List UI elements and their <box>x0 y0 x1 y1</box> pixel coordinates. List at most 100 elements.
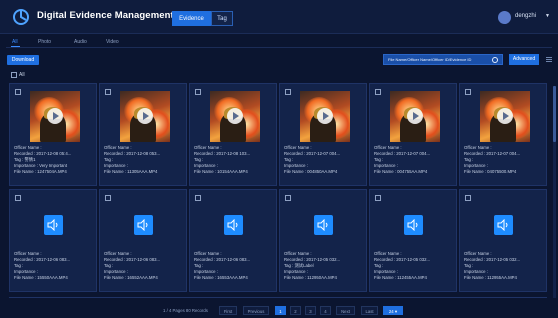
audio-file-icon[interactable] <box>494 215 513 235</box>
evidence-card[interactable]: Officer Name : Recorded : 2017-12-06 083.… <box>189 189 277 292</box>
pagination: 1 / 4 Pages 80 Records First Previous 1 … <box>0 303 558 318</box>
meta-file: File Name : 04075500.MP4 <box>464 169 517 174</box>
page-button-3[interactable]: 3 <box>305 306 316 315</box>
evidence-card[interactable]: Officer Name : Recorded : 2017-12-05 032.… <box>279 189 367 292</box>
chevron-down-icon[interactable]: ▼ <box>545 13 550 19</box>
search-placeholder: File Name/Officer Name/Officer ID/Eviden… <box>388 57 472 62</box>
evidence-card[interactable]: Officer Name : Recorded : 2017-12-07 004.… <box>279 83 367 186</box>
video-thumbnail[interactable] <box>300 91 350 142</box>
card-checkbox[interactable] <box>375 89 381 95</box>
audio-file-icon[interactable] <box>314 215 333 235</box>
page-info: 1 / 4 Pages 80 Records <box>163 308 208 313</box>
play-icon[interactable] <box>497 108 513 124</box>
card-checkbox[interactable] <box>15 195 21 201</box>
play-icon[interactable] <box>317 108 333 124</box>
card-metadata: Officer Name : Recorded : 2017-12-07 004.… <box>464 145 546 175</box>
card-checkbox[interactable] <box>465 89 471 95</box>
tab-tag[interactable]: Tag <box>211 11 233 26</box>
card-metadata: Officer Name : Recorded : 2017-12-07 004.… <box>374 145 456 175</box>
meta-file: File Name : 11305AAA.MP4 <box>104 169 158 174</box>
evidence-card[interactable]: Officer Name : Recorded : 2017-12-05 032.… <box>459 189 547 292</box>
card-metadata: Officer Name : Recorded : 2017-12-05 032.… <box>284 251 366 281</box>
scrollbar-thumb[interactable] <box>553 86 556 142</box>
filter-tab-video[interactable]: Video <box>106 39 119 45</box>
video-thumbnail[interactable] <box>30 91 80 142</box>
evidence-card[interactable]: Officer Name : Recorded : 2017-12-07 004.… <box>459 83 547 186</box>
previous-page-button[interactable]: Previous <box>243 306 269 315</box>
grid-bottom-divider <box>9 297 547 298</box>
card-checkbox[interactable] <box>195 89 201 95</box>
meta-file: File Name : 112950AA.MP4 <box>284 275 337 280</box>
evidence-card[interactable]: Officer Name : Recorded : 2017-12-06 083.… <box>9 189 97 292</box>
page-button-4[interactable]: 4 <box>320 306 331 315</box>
card-metadata: Officer Name : Recorded : 2017-12-05 032.… <box>464 251 546 281</box>
evidence-card[interactable]: Officer Name : Recorded : 2017-12-07 004.… <box>369 83 457 186</box>
evidence-card[interactable]: Officer Name : Recorded : 2017-12-06 083.… <box>99 189 187 292</box>
meta-file: File Name : 112455AA.MP4 <box>374 275 427 280</box>
evidence-card[interactable]: Officer Name : Recorded : 2017-12-08 103.… <box>189 83 277 186</box>
meta-file: File Name : 112955AA.MP4 <box>464 275 517 280</box>
play-icon[interactable] <box>227 108 243 124</box>
card-checkbox[interactable] <box>195 195 201 201</box>
search-icon[interactable] <box>492 57 498 63</box>
select-all-label: All <box>19 72 25 78</box>
audio-file-icon[interactable] <box>404 215 423 235</box>
card-metadata: Officer Name : Recorded : 2017-12-08 053.… <box>104 145 186 175</box>
meta-file: File Name : 004755AA.MP4 <box>374 169 428 174</box>
next-page-button[interactable]: Next <box>336 306 355 315</box>
app-logo-icon <box>13 9 29 25</box>
user-avatar-icon[interactable] <box>498 11 511 24</box>
filter-tab-all[interactable]: All <box>12 39 18 45</box>
last-page-button[interactable]: Last <box>361 306 378 315</box>
card-metadata: Officer Name : Recorded : 2017-12-08 05:4… <box>14 145 96 175</box>
play-icon[interactable] <box>407 108 423 124</box>
meta-file: File Name : 15550AAA.MP4 <box>14 275 68 280</box>
card-metadata: Officer Name : Recorded : 2017-12-05 032.… <box>374 251 456 281</box>
evidence-card[interactable]: Officer Name : Recorded : 2017-12-08 05:4… <box>9 83 97 186</box>
video-thumbnail[interactable] <box>480 91 530 142</box>
audio-file-icon[interactable] <box>224 215 243 235</box>
app-header: Digital Evidence Management Evidence Tag… <box>0 0 558 34</box>
card-checkbox[interactable] <box>285 195 291 201</box>
download-button[interactable]: Download <box>7 55 39 65</box>
card-metadata: Officer Name : Recorded : 2017-12-06 083.… <box>104 251 186 281</box>
meta-file: File Name : 16553AAA.MP4 <box>194 275 248 280</box>
meta-file: File Name : 1247504A.MP4 <box>14 169 67 174</box>
filter-tab-audio[interactable]: Audio <box>74 39 87 45</box>
card-metadata: Officer Name : Recorded : 2017-12-06 083.… <box>194 251 276 281</box>
card-checkbox[interactable] <box>15 89 21 95</box>
advanced-search-button[interactable]: Advanced <box>509 54 539 65</box>
play-icon[interactable] <box>137 108 153 124</box>
audio-file-icon[interactable] <box>44 215 63 235</box>
play-icon[interactable] <box>47 108 63 124</box>
page-button-1[interactable]: 1 <box>275 306 286 315</box>
video-thumbnail[interactable] <box>120 91 170 142</box>
card-metadata: Officer Name : Recorded : 2017-12-06 083.… <box>14 251 96 281</box>
evidence-grid: Officer Name : Recorded : 2017-12-08 05:4… <box>9 83 547 298</box>
page-button-2[interactable]: 2 <box>290 306 301 315</box>
card-checkbox[interactable] <box>285 89 291 95</box>
user-name[interactable]: dengzhi <box>515 13 536 19</box>
evidence-card[interactable]: Officer Name : Recorded : 2017-12-05 032.… <box>369 189 457 292</box>
audio-file-icon[interactable] <box>134 215 153 235</box>
card-checkbox[interactable] <box>465 195 471 201</box>
meta-file: File Name : 004850AA.MP4 <box>284 169 338 174</box>
video-thumbnail[interactable] <box>210 91 260 142</box>
card-metadata: Officer Name : Recorded : 2017-12-07 004.… <box>284 145 366 175</box>
tab-evidence[interactable]: Evidence <box>172 11 211 26</box>
evidence-card[interactable]: Officer Name : Recorded : 2017-12-08 053.… <box>99 83 187 186</box>
card-metadata: Officer Name : Recorded : 2017-12-08 103.… <box>194 145 276 175</box>
search-input[interactable]: File Name/Officer Name/Officer ID/Eviden… <box>383 54 503 65</box>
meta-file: File Name : 10154AAA.MP4 <box>194 169 248 174</box>
first-page-button[interactable]: First <box>219 306 237 315</box>
page-size-select[interactable]: 24 ▾ <box>383 306 403 315</box>
meta-file: File Name : 16552AAA.MP4 <box>104 275 158 280</box>
card-checkbox[interactable] <box>105 89 111 95</box>
filter-tab-photo[interactable]: Photo <box>38 39 51 45</box>
app-title: Digital Evidence Management <box>37 10 174 21</box>
card-checkbox[interactable] <box>375 195 381 201</box>
list-view-icon[interactable] <box>546 57 552 62</box>
card-checkbox[interactable] <box>105 195 111 201</box>
video-thumbnail[interactable] <box>390 91 440 142</box>
select-all-checkbox[interactable] <box>11 72 17 78</box>
